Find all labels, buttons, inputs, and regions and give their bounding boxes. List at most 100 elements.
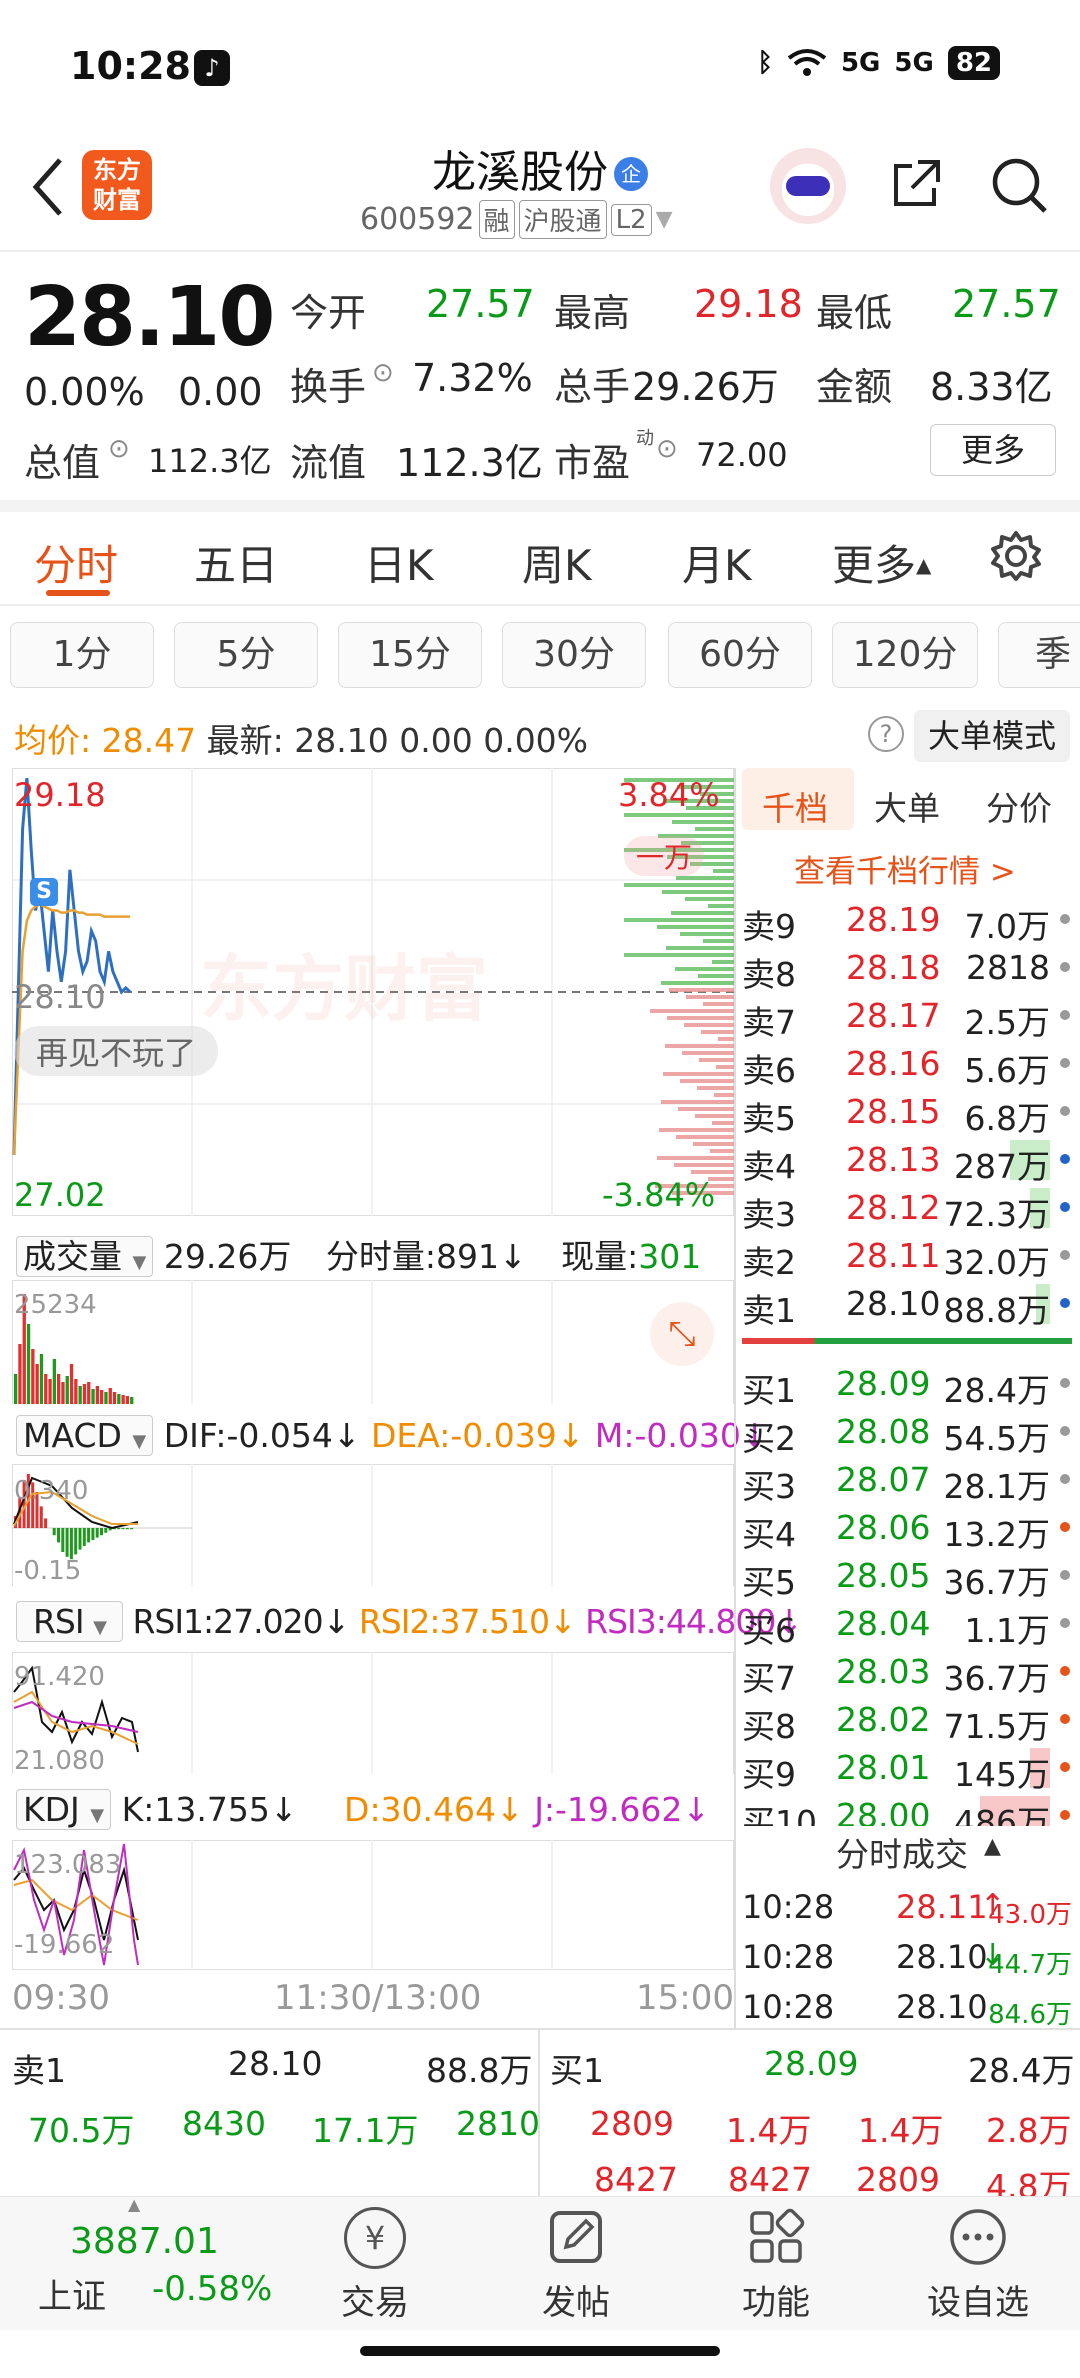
period-1m[interactable]: 1分: [10, 622, 154, 688]
depth-bar: [693, 1142, 734, 1146]
volume-chart[interactable]: [12, 1280, 734, 1404]
bid-row[interactable]: 买2 28.08 54.5万: [742, 1408, 1072, 1458]
bid-dot-icon: [1060, 1378, 1070, 1388]
bid-volume: 36.7万: [943, 1563, 1050, 1602]
nav-function[interactable]: 功能: [706, 2275, 846, 2324]
expand-icon[interactable]: ⤡: [650, 1302, 714, 1366]
kdj-selector[interactable]: KDJ ▼: [16, 1789, 112, 1830]
search-icon[interactable]: [988, 154, 1050, 216]
nav-watchlist[interactable]: 设自选: [908, 2275, 1048, 2324]
share-icon[interactable]: [888, 156, 944, 212]
macd-chart[interactable]: [12, 1464, 734, 1586]
bid-row[interactable]: 买10 28.00 486万: [742, 1792, 1072, 1826]
tab-monthly-k[interactable]: 月K: [682, 532, 752, 593]
ask-volume: 72.3万: [943, 1195, 1050, 1234]
turnover-value: 7.32%: [412, 356, 533, 400]
depth-bar: [716, 1065, 734, 1069]
info-icon-2[interactable]: ⊙: [108, 434, 130, 464]
bid-row[interactable]: 买7 28.03 36.7万: [742, 1648, 1072, 1698]
queue-buy-price: 28.09: [764, 2044, 859, 2083]
tab-more[interactable]: 更多▲: [832, 532, 931, 593]
ask-row[interactable]: 卖3 28.12 72.3万: [742, 1184, 1072, 1234]
quote-more-button[interactable]: 更多: [930, 424, 1056, 476]
period-60m[interactable]: 60分: [668, 622, 812, 688]
bid-volume: 71.5万: [943, 1707, 1050, 1746]
ask-row[interactable]: 卖9 28.19 7.0万: [742, 896, 1072, 946]
rsi-chart[interactable]: [12, 1652, 734, 1774]
comment-bubble[interactable]: 再见不玩了: [14, 1026, 219, 1076]
bid-row[interactable]: 买1 28.09 28.4万: [742, 1360, 1072, 1410]
assistant-robot-icon[interactable]: [770, 148, 846, 224]
nav-trade[interactable]: 交易: [305, 2275, 445, 2324]
stock-code-row[interactable]: 600592 融 沪股通 L2 ▼: [360, 200, 673, 239]
ticks-header[interactable]: 分时成交 ▲: [736, 1826, 1080, 1882]
queue-buy-order: 1.4万: [858, 2111, 944, 2150]
index-value[interactable]: 3887.01: [70, 2221, 219, 2262]
tab-underline: [46, 590, 110, 596]
arrow-down-icon: ↓: [269, 1790, 298, 1829]
tick-time: 10:28: [742, 1988, 835, 2026]
volume-marker: 一万: [624, 836, 705, 876]
volume-bar: [100, 1390, 104, 1404]
ob-tab-big[interactable]: 大单: [874, 782, 940, 830]
volume-selector[interactable]: 成交量 ▼: [16, 1236, 154, 1277]
ob-link[interactable]: 查看千档行情 >: [794, 846, 1016, 891]
bid-row[interactable]: 买8 28.02 71.5万: [742, 1696, 1072, 1746]
tab-daily-k[interactable]: 日K: [364, 532, 434, 593]
period-5m[interactable]: 5分: [174, 622, 318, 688]
period-15m[interactable]: 15分: [338, 622, 482, 688]
info-icon[interactable]: ⊙: [372, 358, 394, 388]
tab-intraday[interactable]: 分时: [34, 532, 118, 593]
tab-weekly-k[interactable]: 周K: [522, 532, 592, 593]
period-120m[interactable]: 120分: [832, 622, 978, 688]
volume-bar: [117, 1394, 121, 1404]
bid-row[interactable]: 买9 28.01 145万: [742, 1744, 1072, 1794]
ask-row[interactable]: 卖5 28.15 6.8万: [742, 1088, 1072, 1138]
dropdown-icon: ▼: [132, 1431, 147, 1452]
caret-up-icon: ▲: [916, 553, 932, 577]
ask-row[interactable]: 卖2 28.11 32.0万: [742, 1232, 1072, 1282]
queue-sell-price: 28.10: [228, 2044, 323, 2083]
macd-bar: [57, 1528, 60, 1543]
nav-post[interactable]: 发帖: [506, 2275, 646, 2324]
depth-bar: [684, 1023, 734, 1027]
gear-icon[interactable]: [990, 530, 1042, 582]
bid-row[interactable]: 买5 28.05 36.7万: [742, 1552, 1072, 1602]
add-watchlist-icon[interactable]: [948, 2207, 1008, 2267]
rsi-selector[interactable]: RSI ▼: [16, 1601, 123, 1642]
dropdown-icon: ▼: [132, 1252, 147, 1273]
macd-selector[interactable]: MACD ▼: [16, 1415, 154, 1456]
grid-icon[interactable]: [746, 2207, 806, 2267]
macd-bar: [100, 1528, 103, 1536]
bid-row[interactable]: 买4 28.06 13.2万: [742, 1504, 1072, 1554]
index-pct[interactable]: -0.58%: [152, 2269, 272, 2309]
edit-icon[interactable]: [546, 2207, 606, 2267]
bid-row[interactable]: 买3 28.07 28.1万: [742, 1456, 1072, 1506]
macd-bar: [74, 1528, 78, 1555]
ob-tab-price[interactable]: 分价: [986, 782, 1052, 830]
ask-row[interactable]: 卖1 28.10 88.8万: [742, 1280, 1072, 1330]
index-name[interactable]: 上证: [38, 2269, 106, 2318]
arrow-down-icon: ↓: [549, 1602, 577, 1641]
bid-row[interactable]: 买6 28.04 1.1万: [742, 1600, 1072, 1650]
big-order-mode-button[interactable]: 大单模式: [914, 710, 1070, 762]
period-quarter[interactable]: 季: [998, 622, 1080, 688]
open-value: 27.57: [426, 282, 535, 326]
wifi-icon: [787, 49, 827, 76]
ask-dot-icon: [1060, 1250, 1070, 1260]
depth-bar: [661, 1100, 734, 1104]
tab-five-day[interactable]: 五日: [194, 532, 278, 593]
ask-row[interactable]: 卖6 28.16 5.6万: [742, 1040, 1072, 1090]
ask-row[interactable]: 卖4 28.13 287万: [742, 1136, 1072, 1186]
help-icon[interactable]: ?: [868, 716, 904, 752]
ob-divider: [734, 768, 736, 2028]
tabs-divider: [0, 604, 1080, 606]
period-30m[interactable]: 30分: [502, 622, 646, 688]
ob-tab-thousand[interactable]: 千档: [762, 782, 828, 830]
ask-row[interactable]: 卖7 28.17 2.5万: [742, 992, 1072, 1042]
trade-icon[interactable]: ¥: [344, 2207, 406, 2269]
info-icon-3[interactable]: ⊙: [656, 434, 678, 464]
ask-row[interactable]: 卖8 28.18 2818: [742, 944, 1072, 994]
home-indicator[interactable]: [360, 2346, 720, 2356]
macd-bar: [61, 1528, 65, 1552]
